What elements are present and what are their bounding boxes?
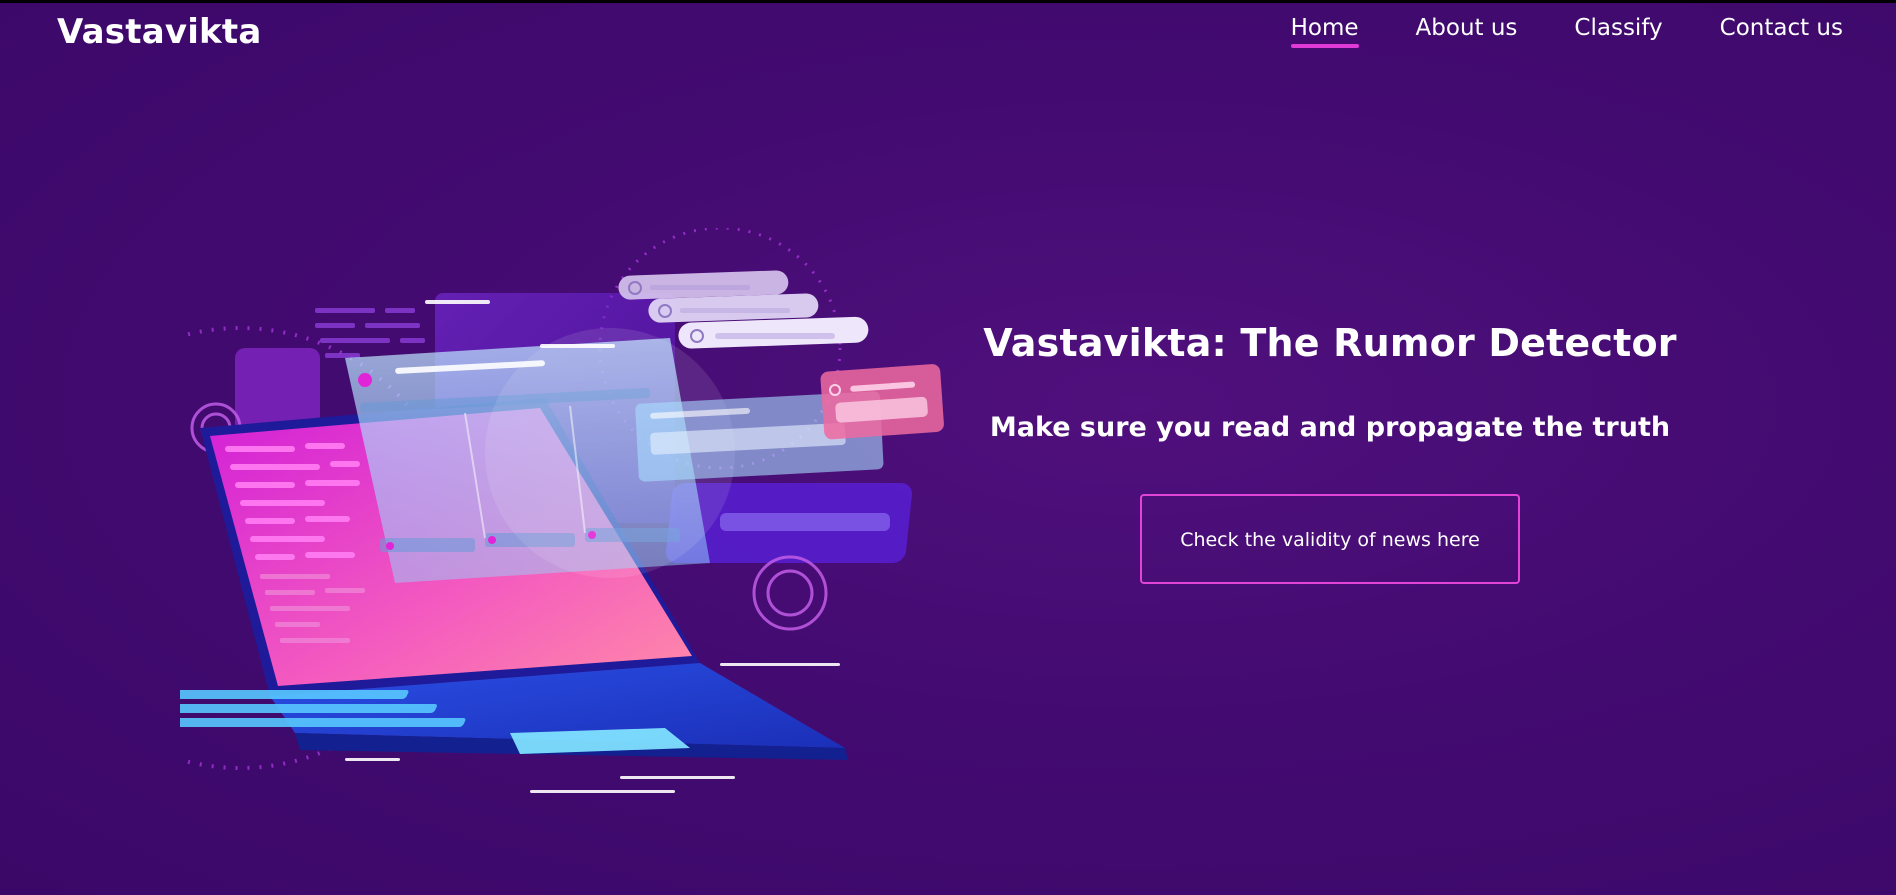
check-validity-button[interactable]: Check the validity of news here — [1140, 494, 1520, 584]
nav-home[interactable]: Home — [1290, 15, 1359, 48]
brand-logo[interactable]: Vastavikta — [57, 12, 261, 52]
nav-classify[interactable]: Classify — [1574, 15, 1662, 48]
main-nav: Home About us Classify Contact us — [1234, 15, 1843, 48]
hero-title: Vastavikta: The Rumor Detector — [983, 321, 1677, 365]
nav-contact-us[interactable]: Contact us — [1720, 15, 1843, 48]
laptop-dashboard-illustration-icon — [180, 228, 944, 793]
nav-about-us[interactable]: About us — [1416, 15, 1518, 48]
page: Vastavikta Home About us Classify Contac… — [0, 0, 1896, 895]
hero-subtitle: Make sure you read and propagate the tru… — [989, 412, 1671, 443]
hero-section: Vastavikta: The Rumor Detector Make sure… — [970, 321, 1690, 584]
